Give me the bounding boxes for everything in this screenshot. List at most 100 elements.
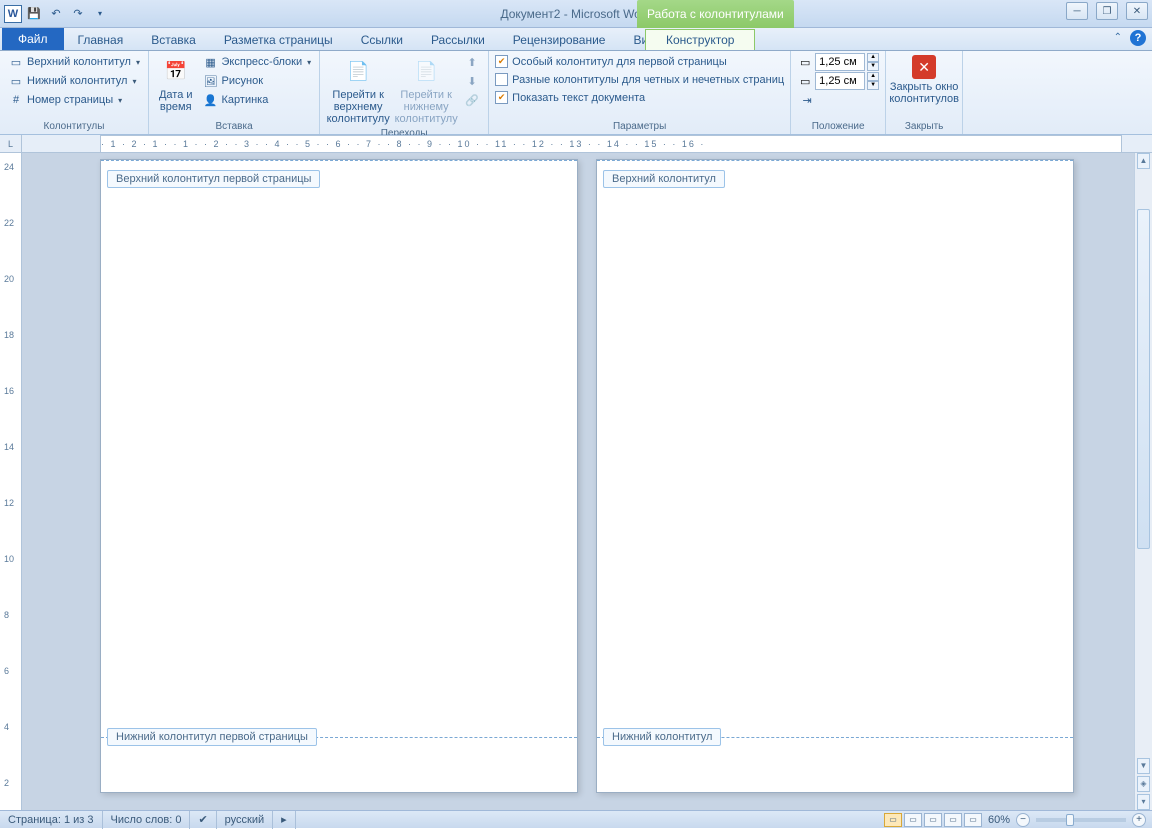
group-insert: 📅 Дата и время ▦Экспресс-блоки▾ 🖼Рисунок… xyxy=(149,51,320,134)
collapse-ribbon-button[interactable]: ⌃ xyxy=(1110,30,1126,46)
tab-icon: ⇥ xyxy=(799,92,815,108)
zoom-slider[interactable] xyxy=(1036,818,1126,822)
undo-button[interactable]: ↶ xyxy=(46,4,66,24)
prev-page-button[interactable]: ◈ xyxy=(1137,776,1150,792)
close-button[interactable]: ✕ xyxy=(1126,2,1148,20)
view-outline-button[interactable]: ▭ xyxy=(944,813,962,827)
checkbox-checked-icon: ✔ xyxy=(495,91,508,104)
goto-header-icon: 📄 xyxy=(342,55,374,87)
header-from-top-input[interactable] xyxy=(815,53,865,71)
goto-footer-button[interactable]: 📄 Перейти к нижнему колонтитулу xyxy=(394,53,458,127)
status-language[interactable]: русский xyxy=(217,811,273,829)
group-insert-label: Вставка xyxy=(155,120,313,134)
footer-button[interactable]: ▭Нижний колонтитул▾ xyxy=(6,72,142,90)
calendar-icon: 📅 xyxy=(160,55,192,87)
close-header-footer-button[interactable]: ✕ Закрыть окно колонтитулов xyxy=(892,53,956,107)
date-time-label: Дата и время xyxy=(159,89,193,113)
save-button[interactable]: 💾 xyxy=(24,4,44,24)
page-1[interactable]: Верхний колонтитул первой страницы Нижни… xyxy=(100,159,578,793)
picture-label: Рисунок xyxy=(222,75,264,87)
footer-label: Нижний колонтитул xyxy=(27,75,127,87)
quick-parts-label: Экспресс-блоки xyxy=(222,56,303,68)
tab-references[interactable]: Ссылки xyxy=(347,30,417,50)
zoom-slider-knob[interactable] xyxy=(1066,814,1074,826)
scroll-down-button[interactable]: ▼ xyxy=(1137,758,1150,774)
vertical-ruler[interactable]: 24222018161412108642 xyxy=(0,153,22,810)
footer-from-bottom-input[interactable] xyxy=(815,72,865,90)
prev-icon: ⬆ xyxy=(464,54,480,70)
view-full-screen-button[interactable]: ▭ xyxy=(904,813,922,827)
status-page[interactable]: Страница: 1 из 3 xyxy=(0,811,103,829)
tab-insert[interactable]: Вставка xyxy=(137,30,210,50)
next-page-button[interactable]: ▾ xyxy=(1137,794,1150,810)
previous-button[interactable]: ⬆ xyxy=(462,53,482,71)
goto-footer-icon: 📄 xyxy=(410,55,442,87)
header-top-icon: ▭ xyxy=(797,54,813,70)
header-label: Верхний колонтитул xyxy=(27,56,131,68)
clipart-icon: 👤 xyxy=(203,92,219,108)
show-document-text-checkbox[interactable]: ✔ Показать текст документа xyxy=(495,89,784,106)
help-button[interactable]: ? xyxy=(1130,30,1146,46)
group-position: ▭▲▼ ▭▲▼ ⇥ Положение xyxy=(791,51,886,134)
view-web-button[interactable]: ▭ xyxy=(924,813,942,827)
macro-icon: ▸ xyxy=(281,813,287,826)
redo-button[interactable]: ↷ xyxy=(68,4,88,24)
horizontal-ruler[interactable]: · 1 · 2 · 1 · · 1 · · 2 · · 3 · · 4 · · … xyxy=(100,135,1122,153)
picture-button[interactable]: 🖼Рисунок xyxy=(201,72,314,90)
goto-header-button[interactable]: 📄 Перейти к верхнему колонтитулу xyxy=(326,53,390,127)
view-print-layout-button[interactable]: ▭ xyxy=(884,813,902,827)
insert-tab-button[interactable]: ⇥ xyxy=(797,91,879,109)
different-odd-even-checkbox[interactable]: Разные колонтитулы для четных и нечетных… xyxy=(495,71,784,88)
tab-mailings[interactable]: Рассылки xyxy=(417,30,499,50)
minimize-button[interactable]: ─ xyxy=(1066,2,1088,20)
next-icon: ⬇ xyxy=(464,73,480,89)
next-button[interactable]: ⬇ xyxy=(462,72,482,90)
tab-home[interactable]: Главная xyxy=(64,30,138,50)
proofing-icon: ✔ xyxy=(198,813,207,826)
goto-footer-label: Перейти к нижнему колонтитулу xyxy=(395,89,458,125)
opt3-label: Показать текст документа xyxy=(512,92,645,104)
header-boundary xyxy=(101,160,577,161)
status-macro[interactable]: ▸ xyxy=(273,811,296,829)
quick-parts-button[interactable]: ▦Экспресс-блоки▾ xyxy=(201,53,314,71)
status-proofing[interactable]: ✔ xyxy=(190,811,216,829)
different-first-page-checkbox[interactable]: ✔Особый колонтитул для первой страницы xyxy=(495,53,784,70)
view-draft-button[interactable]: ▭ xyxy=(964,813,982,827)
header-from-top-spinner[interactable]: ▭ ▲▼ xyxy=(797,53,879,71)
zoom-out-button[interactable]: − xyxy=(1016,813,1030,827)
group-position-label: Положение xyxy=(797,120,879,134)
page-number-label: Номер страницы xyxy=(27,94,113,106)
link-button[interactable]: 🔗 xyxy=(462,91,482,109)
date-time-button[interactable]: 📅 Дата и время xyxy=(155,53,197,115)
page-2[interactable]: Верхний колонтитул Нижний колонтитул xyxy=(596,159,1074,793)
tab-design[interactable]: Конструктор xyxy=(645,29,755,50)
spin-down-button[interactable]: ▼ xyxy=(867,62,879,71)
scroll-thumb[interactable] xyxy=(1137,209,1150,549)
group-options: ✔Особый колонтитул для первой страницы Р… xyxy=(489,51,791,134)
opt1-label: Особый колонтитул для первой страницы xyxy=(512,56,727,68)
tab-review[interactable]: Рецензирование xyxy=(499,30,620,50)
vertical-scrollbar[interactable]: ▲ ▼ ◈ ▾ xyxy=(1134,153,1152,810)
page-number-button[interactable]: #Номер страницы▾ xyxy=(6,91,142,109)
status-word-count[interactable]: Число слов: 0 xyxy=(103,811,191,829)
v-ruler-scale: 24222018161412108642 xyxy=(4,153,14,797)
qat-customize-button[interactable]: ▾ xyxy=(90,4,110,24)
header-label-page1: Верхний колонтитул первой страницы xyxy=(107,170,320,188)
tab-layout[interactable]: Разметка страницы xyxy=(210,30,347,50)
clipart-button[interactable]: 👤Картинка xyxy=(201,91,314,109)
spin-up-button[interactable]: ▲ xyxy=(867,53,879,62)
tab-file[interactable]: Файл xyxy=(2,28,64,50)
footer-from-bottom-spinner[interactable]: ▭▲▼ xyxy=(797,72,879,90)
document-area: 24222018161412108642 Верхний колонтитул … xyxy=(0,153,1152,810)
group-navigation: 📄 Перейти к верхнему колонтитулу 📄 Перей… xyxy=(320,51,489,134)
zoom-in-button[interactable]: + xyxy=(1132,813,1146,827)
scroll-up-button[interactable]: ▲ xyxy=(1137,153,1150,169)
zoom-level[interactable]: 60% xyxy=(988,814,1010,826)
restore-button[interactable]: ❐ xyxy=(1096,2,1118,20)
tab-selector[interactable]: L xyxy=(0,135,22,153)
spin-up-button[interactable]: ▲ xyxy=(867,72,879,81)
spin-down-button[interactable]: ▼ xyxy=(867,81,879,90)
header-button[interactable]: ▭Верхний колонтитул▾ xyxy=(6,53,142,71)
checkbox-empty-icon xyxy=(495,73,508,86)
goto-header-label: Перейти к верхнему колонтитулу xyxy=(327,89,390,125)
